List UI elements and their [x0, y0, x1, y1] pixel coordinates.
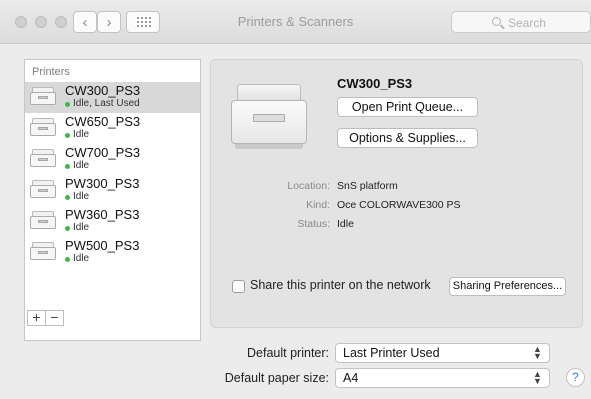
printer-list-item[interactable]: CW700_PS3 Idle [25, 144, 200, 175]
add-printer-button[interactable]: + [27, 310, 46, 326]
remove-printer-button[interactable]: − [45, 310, 64, 326]
printer-list-item[interactable]: CW650_PS3 Idle [25, 113, 200, 144]
printer-status: Idle [73, 129, 90, 140]
printer-large-icon [231, 80, 307, 154]
printer-detail-panel: CW300_PS3 Open Print Queue... Options & … [210, 59, 583, 328]
help-button[interactable]: ? [566, 368, 585, 387]
status-dot-icon [65, 195, 70, 200]
title-bar: ‹ › Printers & Scanners Search [0, 0, 591, 44]
default-printer-label: Default printer: [247, 346, 329, 360]
zoom-window-button[interactable] [55, 16, 67, 28]
printer-status: Idle [73, 160, 90, 171]
printer-status: Idle [73, 222, 90, 233]
status-dot-icon [65, 133, 70, 138]
kind-value: Oce COLORWAVE300 PS [337, 199, 461, 211]
printers-list: Printers CW300_PS3 Idle, Last Used CW650… [24, 59, 201, 341]
printer-name: PW360_PS3 [65, 207, 140, 222]
printer-status: Idle [73, 191, 90, 202]
share-printer-checkbox[interactable] [232, 280, 245, 293]
open-print-queue-button[interactable]: Open Print Queue... [337, 97, 478, 117]
status-dot-icon [65, 164, 70, 169]
show-all-button[interactable] [126, 11, 160, 33]
printer-list-item[interactable]: CW300_PS3 Idle, Last Used [25, 82, 200, 113]
up-down-chevron-icon: ▲ ▼ [533, 344, 542, 361]
share-printer-label[interactable]: Share this printer on the network [250, 278, 431, 292]
default-paper-size-label: Default paper size: [224, 371, 329, 385]
printer-icon [30, 87, 56, 107]
default-printer-select[interactable]: Last Printer Used ▲ ▼ [335, 343, 550, 363]
close-window-button[interactable] [15, 16, 27, 28]
status-dot-icon [65, 257, 70, 262]
printers-list-header: Printers [32, 66, 70, 78]
search-input[interactable]: Search [451, 11, 591, 33]
status-value: Idle [337, 218, 354, 230]
printer-name: PW500_PS3 [65, 238, 140, 253]
kind-label: Kind: [306, 199, 330, 211]
selected-printer-name: CW300_PS3 [337, 76, 413, 91]
printer-icon [30, 118, 56, 138]
printer-icon [30, 149, 56, 169]
default-paper-size-select[interactable]: A4 ▲ ▼ [335, 368, 550, 388]
back-button[interactable]: ‹ [73, 11, 97, 33]
chevron-left-icon: ‹ [82, 13, 88, 31]
printer-list-item[interactable]: PW500_PS3 Idle [25, 237, 200, 268]
printer-icon [30, 242, 56, 262]
minimize-window-button[interactable] [35, 16, 47, 28]
printer-status: Idle [73, 253, 90, 264]
printer-list-item[interactable]: PW300_PS3 Idle [25, 175, 200, 206]
printer-status: Idle, Last Used [73, 98, 140, 109]
printer-icon [30, 180, 56, 200]
location-label: Location: [287, 180, 330, 192]
location-value: SnS platform [337, 180, 398, 192]
search-placeholder: Search [508, 16, 547, 30]
printer-name: CW700_PS3 [65, 145, 141, 160]
chevron-right-icon: › [106, 13, 112, 31]
status-label: Status: [297, 218, 330, 230]
status-dot-icon [65, 102, 70, 107]
search-icon [492, 17, 501, 26]
grid-icon [137, 17, 151, 28]
sharing-preferences-button[interactable]: Sharing Preferences... [449, 277, 566, 296]
up-down-chevron-icon: ▲ ▼ [533, 369, 542, 386]
printer-name: PW300_PS3 [65, 176, 140, 191]
options-supplies-button[interactable]: Options & Supplies... [337, 128, 478, 148]
status-dot-icon [65, 226, 70, 231]
printer-name: CW300_PS3 [65, 83, 141, 98]
printer-list-item[interactable]: PW360_PS3 Idle [25, 206, 200, 237]
printer-name: CW650_PS3 [65, 114, 141, 129]
default-printer-value: Last Printer Used [343, 346, 440, 360]
printer-icon [30, 211, 56, 231]
forward-button[interactable]: › [97, 11, 121, 33]
default-paper-size-value: A4 [343, 371, 359, 385]
